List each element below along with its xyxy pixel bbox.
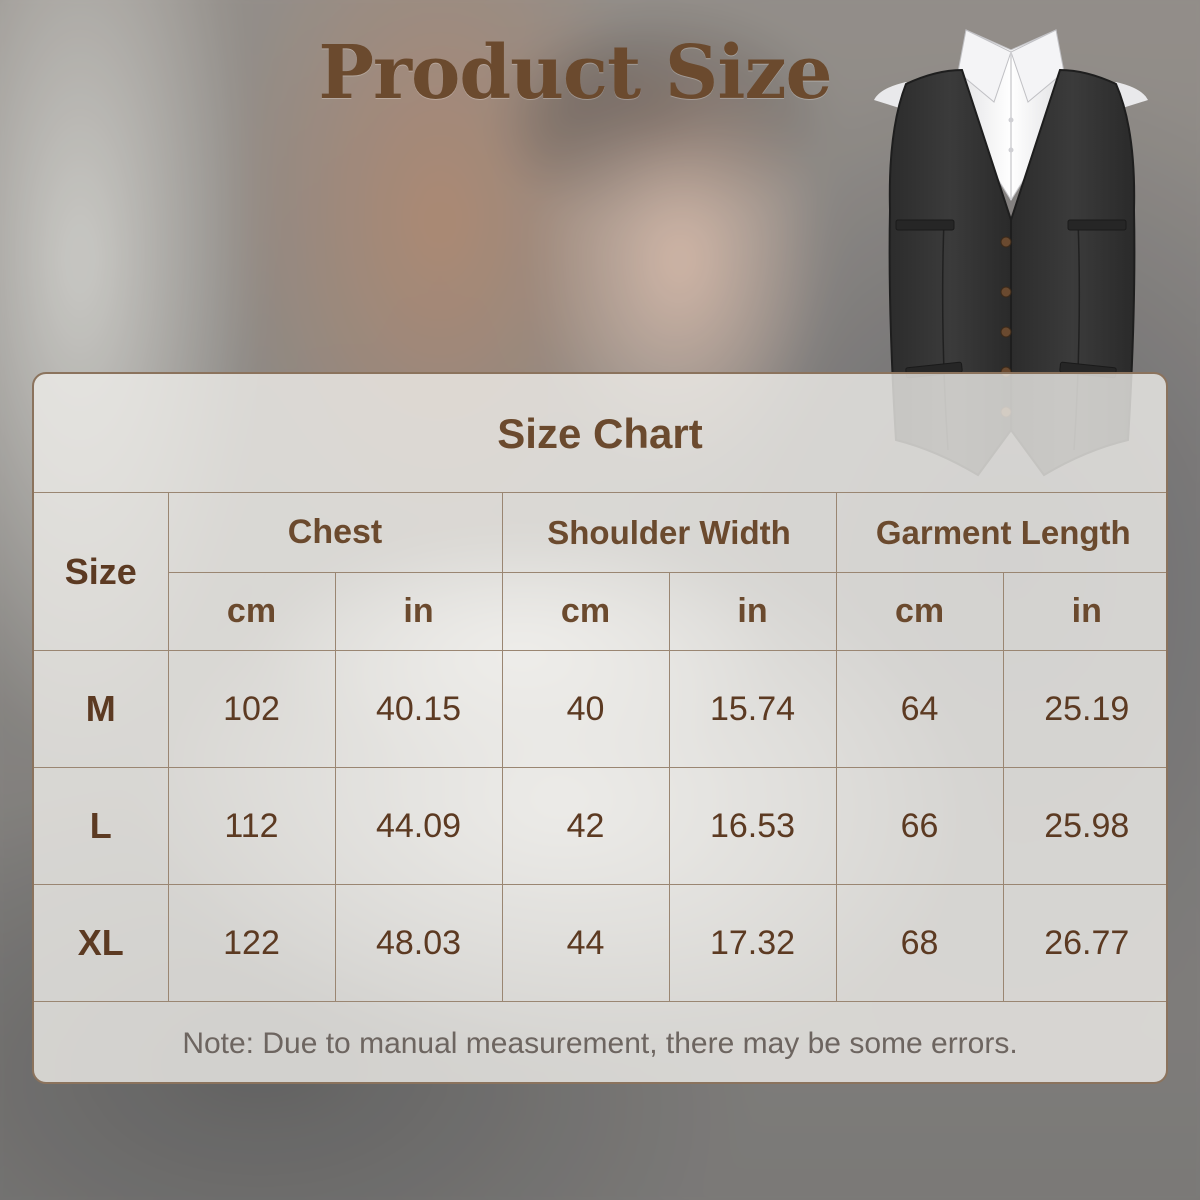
value-cell: 16.53 (668, 767, 837, 885)
header-row-groups: Size Chest Shoulder Width Garment Length (34, 492, 1166, 651)
page-title: Product Size (318, 30, 832, 116)
table-row-m: M 102 40.15 40 15.74 64 25.19 (34, 650, 1166, 768)
header-row-units: cm in cm in cm in (34, 572, 1166, 651)
table-row-xl: XL 122 48.03 44 17.32 68 26.77 (34, 884, 1166, 1002)
size-column-header: Size (34, 492, 169, 651)
group-header-chest: Chest (167, 492, 503, 573)
value-cell: 68 (835, 884, 1004, 1002)
size-cell: XL (34, 884, 169, 1002)
value-cell: 40 (501, 650, 670, 768)
value-cell: 44 (501, 884, 670, 1002)
value-cell: 15.74 (668, 650, 837, 768)
value-cell: 112 (167, 767, 336, 885)
value-cell: 44.09 (334, 767, 503, 885)
value-cell: 40.15 (334, 650, 503, 768)
value-cell: 25.98 (1002, 767, 1166, 885)
value-cell: 48.03 (334, 884, 503, 1002)
size-chart-title: Size Chart (497, 410, 703, 457)
value-cell: 102 (167, 650, 336, 768)
unit-header: cm (501, 572, 670, 651)
unit-header: in (334, 572, 503, 651)
size-chart-panel: Size Chart Size Chest Shoulder Width Gar… (32, 372, 1168, 1084)
size-chart-table: Size Chest Shoulder Width Garment Length… (34, 492, 1166, 1002)
size-cell: M (34, 650, 169, 768)
unit-header: in (1002, 572, 1166, 651)
unit-header: cm (168, 572, 336, 651)
value-cell: 42 (501, 767, 670, 885)
group-header-shoulder-width: Shoulder Width (501, 492, 837, 573)
unit-header: cm (835, 572, 1004, 651)
measurement-note: Note: Due to manual measurement, there m… (182, 1027, 1018, 1060)
table-row-l: L 112 44.09 42 16.53 66 25.98 (34, 767, 1166, 885)
group-header-garment-length: Garment Length (835, 492, 1166, 573)
unit-header: in (668, 572, 837, 651)
size-cell: L (34, 767, 169, 885)
value-cell: 122 (167, 884, 336, 1002)
value-cell: 66 (835, 767, 1004, 885)
value-cell: 17.32 (668, 884, 837, 1002)
value-cell: 26.77 (1002, 884, 1166, 1002)
value-cell: 64 (835, 650, 1004, 768)
value-cell: 25.19 (1002, 650, 1166, 768)
